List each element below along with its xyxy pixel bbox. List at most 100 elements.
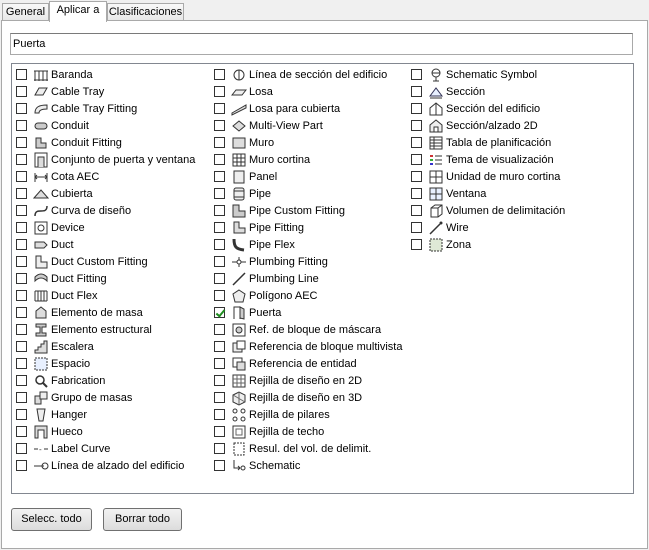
checkbox[interactable]	[214, 120, 225, 131]
tab-clasificaciones[interactable]: Clasificaciones	[107, 3, 184, 20]
checkbox[interactable]	[16, 120, 27, 131]
list-item[interactable]: Hueco	[13, 423, 195, 440]
list-item[interactable]: Elemento estructural	[13, 321, 195, 338]
list-item[interactable]: Sección del edificio	[408, 100, 565, 117]
checkbox[interactable]	[16, 341, 27, 352]
list-item[interactable]: Duct Fitting	[13, 270, 195, 287]
list-item[interactable]: Sección/alzado 2D	[408, 117, 565, 134]
list-item[interactable]: Plumbing Fitting	[211, 253, 402, 270]
checkbox[interactable]	[214, 426, 225, 437]
list-item[interactable]: Pipe Custom Fitting	[211, 202, 402, 219]
checkbox[interactable]	[16, 188, 27, 199]
list-item[interactable]: Panel	[211, 168, 402, 185]
checkbox[interactable]	[214, 69, 225, 80]
checkbox[interactable]	[16, 239, 27, 250]
list-item[interactable]: Unidad de muro cortina	[408, 168, 565, 185]
checkbox[interactable]	[214, 222, 225, 233]
checkbox[interactable]	[214, 375, 225, 386]
checkbox[interactable]	[16, 307, 27, 318]
checkbox[interactable]	[214, 290, 225, 301]
checkbox[interactable]	[411, 171, 422, 182]
name-field[interactable]	[10, 33, 633, 55]
checkbox[interactable]	[16, 137, 27, 148]
list-item[interactable]: Conduit	[13, 117, 195, 134]
checkbox[interactable]	[411, 205, 422, 216]
checkbox[interactable]	[411, 86, 422, 97]
checkbox[interactable]	[214, 409, 225, 420]
list-item[interactable]: - Label Curve	[13, 440, 195, 457]
checkbox[interactable]	[16, 392, 27, 403]
list-item[interactable]: Puerta	[211, 304, 402, 321]
checkbox[interactable]	[16, 154, 27, 165]
list-item[interactable]: Device	[13, 219, 195, 236]
list-item[interactable]: Duct Custom Fitting	[13, 253, 195, 270]
checkbox[interactable]	[411, 188, 422, 199]
list-item[interactable]: Grupo de masas	[13, 389, 195, 406]
checkbox[interactable]	[411, 137, 422, 148]
checkbox[interactable]	[214, 273, 225, 284]
list-item[interactable]: Curva de diseño	[13, 202, 195, 219]
list-item[interactable]: Schematic	[211, 457, 402, 474]
list-item[interactable]: Duct Flex	[13, 287, 195, 304]
list-item[interactable]: Cota AEC	[13, 168, 195, 185]
checkbox[interactable]	[16, 273, 27, 284]
checkbox[interactable]	[214, 443, 225, 454]
list-item[interactable]: Muro cortina	[211, 151, 402, 168]
checkbox[interactable]	[214, 307, 225, 318]
checkbox[interactable]	[16, 103, 27, 114]
list-item[interactable]: Conduit Fitting	[13, 134, 195, 151]
list-item[interactable]: Wire	[408, 219, 565, 236]
list-item[interactable]: Zona	[408, 236, 565, 253]
list-item[interactable]: Hanger	[13, 406, 195, 423]
checkbox[interactable]	[16, 358, 27, 369]
list-item[interactable]: Tema de visualización	[408, 151, 565, 168]
clear-all-button[interactable]: Borrar todo	[103, 508, 182, 531]
list-item[interactable]: Rejilla de pilares	[211, 406, 402, 423]
checkbox[interactable]	[16, 375, 27, 386]
list-item[interactable]: Plumbing Line	[211, 270, 402, 287]
list-item[interactable]: Pipe	[211, 185, 402, 202]
checkbox[interactable]	[411, 69, 422, 80]
checkbox[interactable]	[16, 426, 27, 437]
list-item[interactable]: Fabrication	[13, 372, 195, 389]
checkbox[interactable]	[214, 137, 225, 148]
checkbox[interactable]	[214, 324, 225, 335]
list-item[interactable]: Ventana	[408, 185, 565, 202]
checkbox[interactable]	[16, 290, 27, 301]
tab-general[interactable]: General	[2, 3, 49, 20]
list-item[interactable]: Referencia de entidad	[211, 355, 402, 372]
checkbox[interactable]	[411, 222, 422, 233]
list-item[interactable]: Schematic Symbol	[408, 66, 565, 83]
list-item[interactable]: Duct	[13, 236, 195, 253]
list-item[interactable]: Escalera	[13, 338, 195, 355]
list-item[interactable]: Resul. del vol. de delimit.	[211, 440, 402, 457]
checkbox[interactable]	[214, 460, 225, 471]
list-item[interactable]: Polígono AEC	[211, 287, 402, 304]
list-item[interactable]: Losa	[211, 83, 402, 100]
checkbox[interactable]	[16, 205, 27, 216]
list-item[interactable]: Rejilla de techo	[211, 423, 402, 440]
checkbox[interactable]	[16, 69, 27, 80]
checkbox[interactable]	[214, 205, 225, 216]
list-item[interactable]: Conjunto de puerta y ventana	[13, 151, 195, 168]
list-item[interactable]: Losa para cubierta	[211, 100, 402, 117]
checkbox[interactable]	[214, 188, 225, 199]
list-item[interactable]: Baranda	[13, 66, 195, 83]
list-item[interactable]: Elemento de masa	[13, 304, 195, 321]
tab-aplicar-a[interactable]: Aplicar a	[49, 1, 107, 22]
checkbox[interactable]	[214, 154, 225, 165]
checkbox[interactable]	[411, 239, 422, 250]
list-item[interactable]: Volumen de delimitación	[408, 202, 565, 219]
list-item[interactable]: Sección	[408, 83, 565, 100]
checkbox[interactable]	[214, 171, 225, 182]
list-item[interactable]: Línea de sección del edificio	[211, 66, 402, 83]
list-item[interactable]: Pipe Flex	[211, 236, 402, 253]
list-item[interactable]: Línea de alzado del edificio	[13, 457, 195, 474]
list-item[interactable]: Ref. de bloque de máscara	[211, 321, 402, 338]
list-item[interactable]: Rejilla de diseño en 3D	[211, 389, 402, 406]
list-item[interactable]: Espacio	[13, 355, 195, 372]
checkbox[interactable]	[411, 120, 422, 131]
checkbox[interactable]	[214, 239, 225, 250]
select-all-button[interactable]: Selecc. todo	[11, 508, 92, 531]
checkbox[interactable]	[214, 358, 225, 369]
